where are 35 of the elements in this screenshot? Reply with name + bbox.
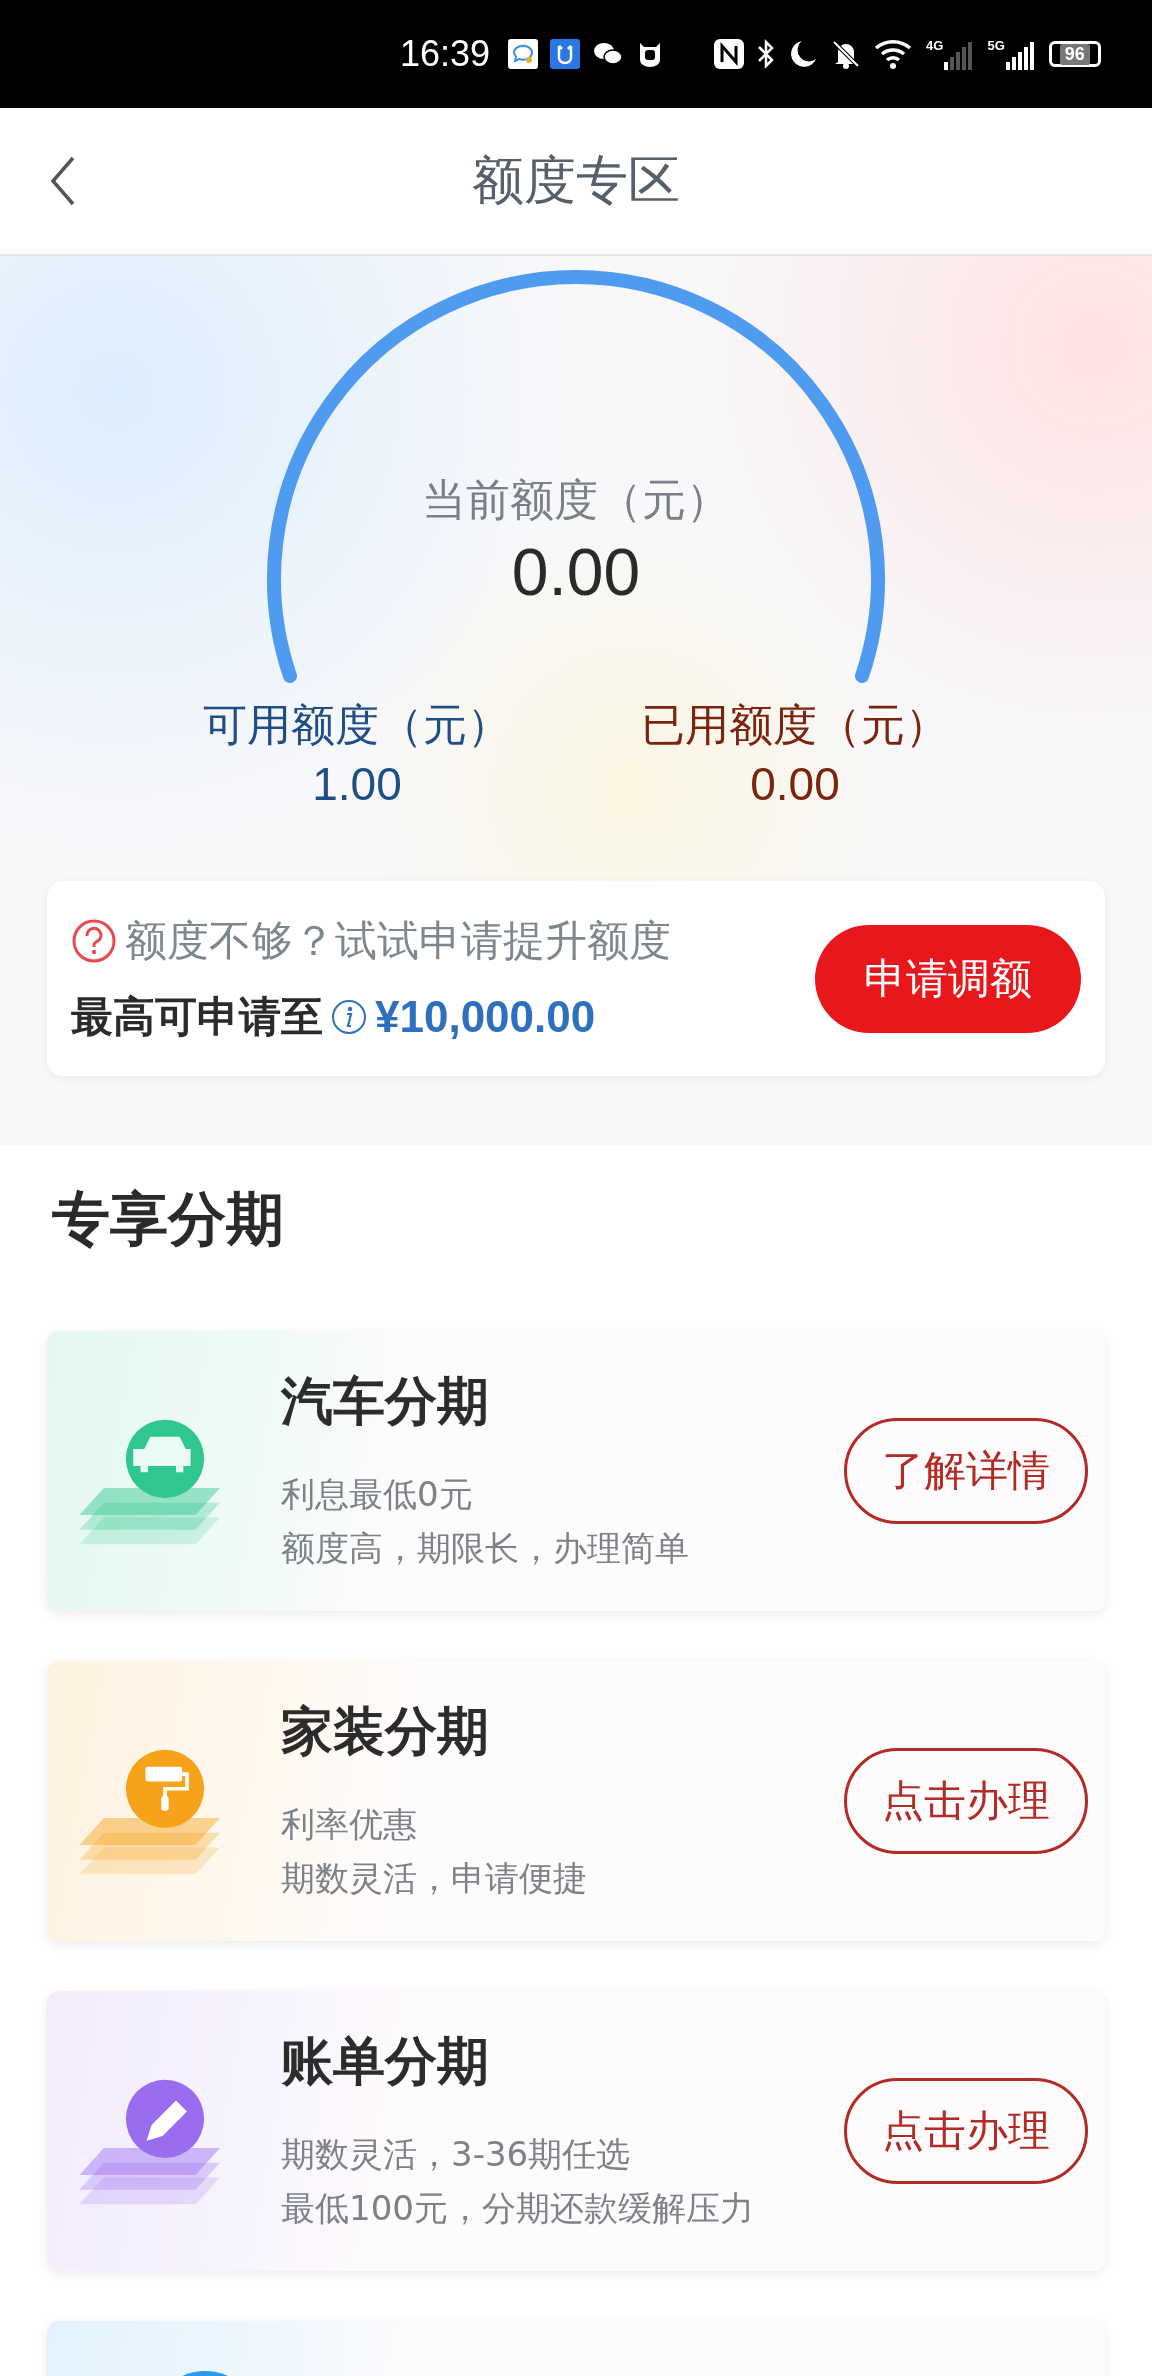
stat-label: 已用额度（元） <box>641 698 949 752</box>
app-icon <box>550 39 581 69</box>
product-title: 家装分期 <box>281 1700 490 1763</box>
section-title: 专享分期 <box>52 1184 285 1255</box>
network-label: 4G <box>926 38 944 53</box>
clock: 16:39 <box>400 33 491 75</box>
max-label: 最高可申请至 <box>71 990 323 1043</box>
stat-label: 可用额度（元） <box>203 698 511 752</box>
moon-icon <box>788 39 819 69</box>
max-amount: ¥10,000.00 <box>375 991 596 1042</box>
product-title: 账单分期 <box>281 2030 490 2093</box>
nfc-icon <box>714 39 745 69</box>
info-icon[interactable] <box>331 998 367 1035</box>
product-button[interactable]: 点击办理 <box>844 2078 1088 2184</box>
product-description: 利率优惠 <box>281 1803 418 1846</box>
product-description: 期数灵活，申请便捷 <box>281 1857 588 1900</box>
product-button[interactable]: 了解详情 <box>844 1418 1088 1524</box>
gauge-label: 当前额度（元） <box>421 473 731 527</box>
page-title: 额度专区 <box>472 149 680 212</box>
product-description: 利息最低0元 <box>281 1473 474 1516</box>
chat-app-icon <box>508 39 539 69</box>
network-label: 5G <box>987 38 1005 53</box>
back-button[interactable] <box>50 156 76 206</box>
product-description: 最低100元，分期还款缓解压力 <box>281 2187 755 2230</box>
apply-button[interactable]: 申请调额 <box>815 924 1081 1033</box>
question-icon <box>71 917 117 964</box>
promo-hint: 额度不够？试试申请提升额度 <box>125 914 671 967</box>
stat-value: 1.00 <box>311 757 403 811</box>
product-button[interactable]: 点击办理 <box>844 1748 1088 1854</box>
product-description: 额度高，期限长，办理简单 <box>281 1527 690 1570</box>
stat-value: 0.00 <box>749 757 841 811</box>
product-title: 汽车分期 <box>281 1370 490 1433</box>
gauge-value: 0.00 <box>510 534 642 610</box>
product-description: 期数灵活，3-36期任选 <box>281 2133 632 2176</box>
battery-icon: 96 <box>1048 41 1101 67</box>
